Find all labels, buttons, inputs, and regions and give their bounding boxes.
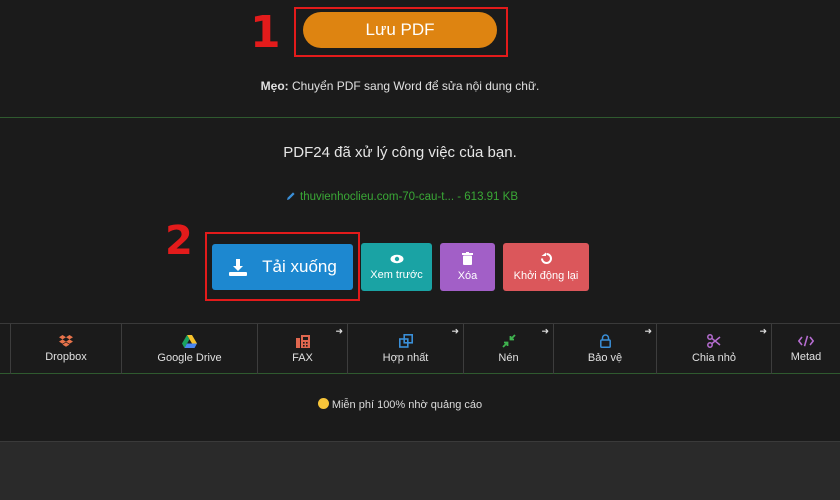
save-pdf-button[interactable]: Lưu PDF [303,12,497,48]
arrow-right-icon: ➜ [541,326,549,336]
download-button[interactable]: Tải xuống [212,244,353,290]
tool-edge [0,324,11,374]
restart-label: Khởi động lại [513,270,579,282]
preview-label: Xem trước [370,268,423,281]
tool-label: Bảo vệ [587,352,623,364]
annotation-number-2: 2 [165,218,193,264]
arrow-right-icon: ➜ [644,326,652,336]
file-size: - 613.91 KB [454,191,518,203]
tool-label: Google Drive [157,351,222,364]
tool-fax[interactable]: ➜ FAX [258,324,348,374]
arrow-right-icon: ➜ [451,326,459,336]
annotation-number-1: 1 [250,7,281,58]
tool-label: Chia nhỏ [691,352,737,364]
arrow-right-icon: ➜ [335,326,343,336]
tool-dropbox[interactable]: Dropbox [11,324,122,374]
tool-label: Nén [498,352,519,364]
ad-note: Miễn phí 100% nhờ quảng cáo [0,398,800,411]
file-name-link[interactable]: thuvienhoclieu.com-70-cau-t... [300,191,454,203]
google-drive-icon [182,334,197,348]
tool-google-drive[interactable]: Google Drive [122,324,258,374]
fax-icon [295,334,310,348]
ad-note-text: Miễn phí 100% nhờ quảng cáo [331,399,483,411]
tool-metadata[interactable]: Metad [772,324,840,374]
tool-label: Dropbox [45,351,87,363]
code-icon [798,335,814,347]
smile-icon [317,398,329,409]
download-icon [229,259,248,276]
tip-prefix: Mẹo: [260,79,289,93]
preview-button[interactable]: Xem trước [361,243,432,291]
tool-label: Hợp nhất [382,352,429,364]
trash-icon [462,252,473,265]
tools-bar: Dropbox Google Drive ➜ FAX ➜ Hợp nhất ➜ … [0,323,840,374]
scissors-icon [707,334,721,348]
top-section: 1 Lưu PDF Mẹo: Chuyển PDF sang Word để s… [0,0,840,118]
tool-protect[interactable]: ➜ Bảo vệ [554,324,657,374]
result-message: PDF24 đã xử lý công việc của bạn. [283,144,517,161]
download-label: Tải xuống [262,257,337,276]
tip-text: Mẹo: Chuyển PDF sang Word để sửa nội dun… [0,79,800,93]
tip-body: Chuyển PDF sang Word để sửa nội dung chữ… [288,79,540,93]
tool-label: Metad [790,351,822,363]
delete-button[interactable]: Xóa [440,243,495,291]
tool-label: FAX [292,351,313,364]
restart-icon [540,252,552,264]
file-info: thuvienhoclieu.com-70-cau-t... - 613.91 … [0,191,804,203]
arrow-right-icon: ➜ [759,326,767,336]
tool-merge[interactable]: ➜ Hợp nhất [348,324,464,374]
restart-button[interactable]: Khởi động lại [503,243,589,291]
tool-split[interactable]: ➜ Chia nhỏ [657,324,772,374]
tool-compress[interactable]: ➜ Nén [464,324,554,374]
eye-icon [390,254,403,263]
footer [0,441,840,500]
compress-icon [501,334,516,348]
merge-icon [398,334,413,348]
delete-label: Xóa [457,270,478,282]
pencil-icon[interactable] [286,191,296,201]
lock-icon [599,334,611,348]
dropbox-icon [59,335,73,347]
